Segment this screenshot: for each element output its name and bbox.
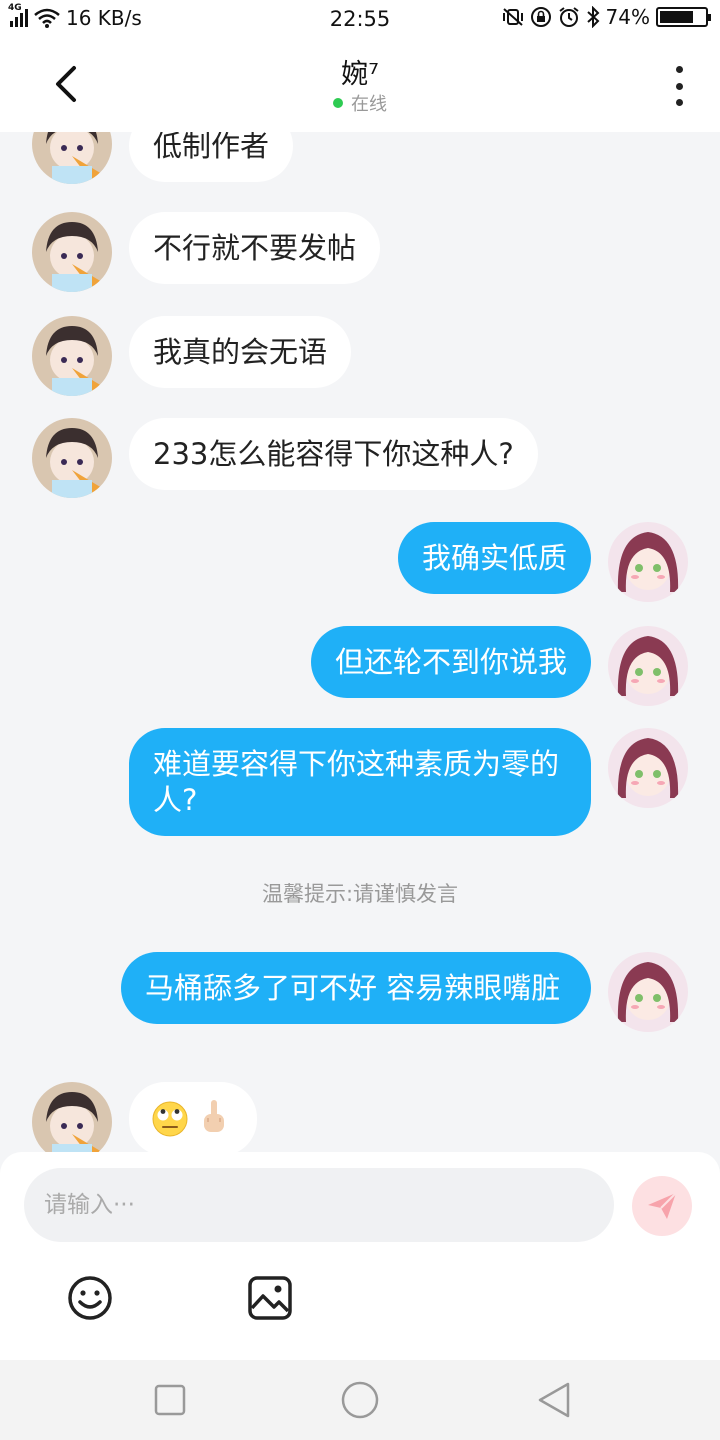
my-avatar[interactable] [608, 626, 688, 706]
message-bubble-outgoing[interactable]: 但还轮不到你说我 [310, 626, 591, 698]
circle-home-icon[interactable] [340, 1380, 380, 1420]
send-button[interactable] [632, 1176, 692, 1236]
message-bubble-incoming[interactable]: 不行就不要发帖 [129, 212, 381, 284]
my-avatar[interactable] [608, 522, 688, 602]
message-bubble-incoming[interactable]: 🙄🖕 [129, 1082, 257, 1152]
more-options-button[interactable] [674, 66, 684, 106]
triangle-back-icon[interactable] [534, 1380, 574, 1420]
contact-avatar[interactable] [32, 418, 112, 498]
paper-plane-icon [648, 1192, 677, 1219]
vibrate-off-icon [502, 8, 523, 26]
contact-avatar[interactable] [32, 1082, 112, 1152]
message-list[interactable]: 低制作者 不行就不要发帖 我真的会无语 233怎么能容得下你这种人? 我确实低质… [0, 132, 720, 1152]
message-bubble-outgoing[interactable]: 马桶舔多了可不好 容易辣眼嘴脏 [121, 952, 591, 1024]
message-input[interactable] [24, 1168, 614, 1242]
online-dot-icon [333, 98, 343, 108]
message-bubble-incoming[interactable]: 低制作者 [129, 132, 294, 182]
message-bubble-incoming[interactable]: 我真的会无语 [129, 316, 352, 388]
contact-avatar[interactable] [32, 132, 112, 184]
presence-label: 在线 [351, 94, 387, 115]
status-bar: 4G 16 KB/s 22:55 74% [0, 0, 720, 38]
my-avatar[interactable] [608, 728, 688, 808]
square-recents-icon[interactable] [150, 1380, 190, 1420]
system-notice: 温馨提示:请谨慎发言 [261, 882, 459, 906]
bluetooth-icon [586, 6, 599, 28]
chat-header: 婉⁷ 在线 [0, 38, 720, 132]
contact-name: 婉⁷ [341, 59, 379, 90]
message-bubble-incoming[interactable]: 233怎么能容得下你这种人? [129, 418, 538, 490]
image-icon[interactable] [246, 1274, 294, 1322]
battery-percent: 74% [605, 5, 650, 29]
rotation-lock-icon [530, 7, 551, 27]
my-avatar[interactable] [608, 952, 688, 1032]
contact-avatar[interactable] [32, 212, 112, 292]
message-bubble-outgoing[interactable]: 我确实低质 [397, 522, 591, 594]
alarm-icon [558, 7, 579, 27]
eye-roll-emoji-icon [152, 1101, 188, 1137]
smiley-icon[interactable] [66, 1274, 114, 1322]
composer [0, 1152, 720, 1360]
middle-finger-emoji-icon [204, 1100, 224, 1132]
system-nav-bar [0, 1360, 720, 1440]
battery-icon [656, 7, 711, 27]
presence-status: 在线 [0, 90, 720, 116]
message-bubble-outgoing[interactable]: 难道要容得下你这种素质为零的人? [129, 728, 591, 836]
status-right: 74% [502, 5, 711, 29]
contact-avatar[interactable] [32, 316, 112, 396]
